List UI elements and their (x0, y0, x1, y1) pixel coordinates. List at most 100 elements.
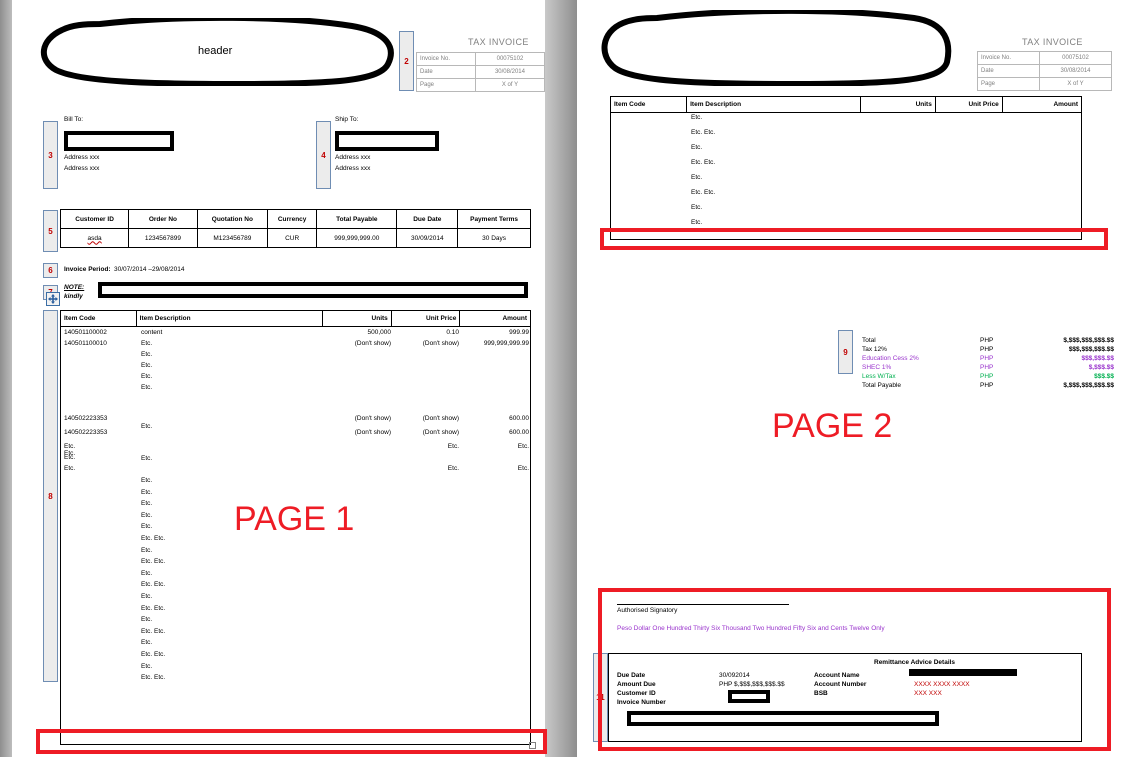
page2-watermark: PAGE 2 (772, 407, 893, 445)
item-unit-price-cell: 0.10 (446, 329, 459, 336)
item-description-cell: Etc. Etc. (691, 159, 716, 166)
totals-label: Tax 12% (862, 346, 887, 353)
bill-to-name-redaction (64, 131, 174, 151)
item-description-cell: Etc. (141, 488, 153, 496)
customer-table-data-row: asda 1234567899 M123456789 CUR 999,999,9… (59, 228, 531, 248)
totals-row: SHEC 1% PHP $,$$$.$$ (862, 363, 1114, 372)
col-total-payable: Total Payable (316, 209, 398, 229)
item-description-cell: Etc. (141, 384, 153, 391)
meta-key: Page (416, 78, 476, 92)
totals-amount: $,$$$,$$$,$$$.$$ (1063, 337, 1114, 344)
meta-row: Page X of Y (977, 77, 1112, 91)
item-description-cell: Etc. (691, 204, 703, 211)
meta-row: Date 30/08/2014 (977, 64, 1112, 78)
ship-to-name-redaction (335, 131, 439, 151)
document-page-1: header 2 TAX INVOICE Invoice No. 0007510… (12, 0, 546, 757)
item-units-cell: 500,000 (367, 329, 392, 336)
meta-value: X of Y (1039, 77, 1112, 91)
item-description-cell: Etc. (141, 477, 153, 484)
meta-value: 30/08/2014 (1039, 64, 1112, 78)
totals-row: Total Payable PHP $,$$$,$$$,$$$.$$ (862, 381, 1114, 390)
page1-invoice-meta-table: Invoice No. 00075102 Date 30/08/2014 Pag… (416, 52, 546, 92)
item-description-cell: Etc. (691, 219, 703, 226)
col-item-code: Item Code (60, 310, 137, 327)
callout-marker-8-label: 8 (48, 491, 53, 501)
cell-currency: CUR (267, 228, 318, 248)
totals-table: Total PHP $,$$$,$$$,$$$.$$ Tax 12% PHP $… (862, 336, 1114, 390)
callout-marker-2[interactable]: 2 (399, 31, 414, 91)
item-description-cell: Etc. (141, 569, 153, 577)
item-description-cell: Etc. Etc. (691, 189, 716, 196)
totals-label: Total (862, 337, 876, 344)
item-description-cell: Etc. Etc. (141, 627, 166, 635)
callout-marker-5[interactable]: 5 (43, 210, 58, 252)
callout-marker-4[interactable]: 4 (316, 121, 331, 189)
col-unit-price: Unit Price (934, 96, 1003, 113)
ship-to-address-line-2: Address xxx (335, 165, 371, 172)
col-currency: Currency (267, 209, 318, 229)
totals-row: Less W/Tax PHP $$$.$$ (862, 372, 1114, 381)
item-units-cell: (Don't show) (354, 415, 391, 422)
totals-amount: $$$,$$$,$$$.$$ (1068, 346, 1114, 353)
callout-marker-9[interactable]: 9 (838, 330, 853, 374)
page2-tax-invoice-title: TAX INVOICE (1022, 37, 1083, 47)
item-code-cell: 140501100010 (64, 340, 107, 347)
totals-row: Tax 12% PHP $$$,$$$,$$$.$$ (862, 345, 1114, 354)
item-amount-cell: Etc. (517, 465, 529, 472)
item-code-cell: Etc. (64, 443, 76, 450)
move-handle-icon[interactable] (46, 292, 60, 311)
note-text-redaction (98, 282, 528, 298)
callout-marker-6[interactable]: 6 (43, 263, 58, 278)
ship-to-address-line-1: Address xxx (335, 154, 371, 161)
item-unit-price-cell: (Don't show) (422, 340, 459, 347)
item-description-cell: Etc. (141, 455, 153, 462)
col-item-description: Item Description (135, 310, 324, 327)
item-description-cell: Etc. (141, 373, 153, 380)
cell-due-date: 30/09/2014 (396, 228, 459, 248)
item-description-cell: Etc. (141, 593, 153, 600)
col-quotation-no: Quotation No (196, 209, 269, 229)
item-unit-price-cell: Etc. (447, 443, 459, 450)
totals-currency: PHP (980, 355, 994, 362)
item-description-cell: Etc. (141, 511, 153, 519)
col-order-no: Order No (128, 209, 198, 229)
item-code-cell: Etc. (64, 465, 76, 472)
item-description-cell: Etc. (141, 662, 153, 670)
page1-footer-highlight-box (36, 729, 547, 754)
totals-label: Less W/Tax (862, 373, 896, 380)
ship-to-label: Ship To: (335, 116, 359, 123)
callout-marker-3[interactable]: 3 (43, 121, 58, 189)
item-description-cell: Etc. (141, 351, 153, 358)
page2-items-footer-highlight-box (600, 228, 1108, 250)
page1-items-table-header: Item Code Item Description Units Unit Pr… (60, 310, 531, 327)
item-unit-price-cell: (Don't show) (422, 429, 459, 436)
page2-items-table-body: Etc. Etc. Etc. Etc. Etc. Etc. Etc. Etc. Etc. E… (610, 113, 1082, 240)
item-description-cell: Etc. (141, 546, 153, 554)
col-amount: Amount (459, 310, 531, 327)
item-description-cell: Etc. (141, 616, 153, 624)
callout-marker-8[interactable]: 8 (43, 310, 58, 682)
callout-marker-5-label: 5 (48, 226, 53, 236)
item-description-cell: Etc. Etc. (141, 674, 166, 682)
invoice-period-value: 30/07/2014 –29/08/2014 (114, 266, 185, 273)
page2-remittance-highlight-box (598, 588, 1111, 751)
item-description-cell: Etc. (691, 114, 703, 121)
col-customer-id: Customer ID (59, 209, 130, 229)
item-description-cell: Etc. (141, 523, 153, 531)
item-description-cell: Etc. Etc. (141, 651, 166, 658)
item-amount-cell: 999.99 (509, 329, 529, 336)
totals-currency: PHP (980, 373, 994, 380)
page2-items-table-header: Item Code Item Description Units Unit Pr… (609, 96, 1083, 113)
meta-value: 00075102 (1039, 51, 1112, 65)
items-header-row: Item Code Item Description Units Unit Pr… (60, 310, 531, 327)
col-item-description: Item Description (686, 96, 861, 113)
callout-marker-9-label: 9 (843, 347, 848, 357)
item-amount-cell: 999,999,999.99 (483, 340, 529, 347)
customer-summary-table: Customer ID Order No Quotation No Curren… (59, 209, 531, 248)
note-second-line: kindly (64, 293, 83, 300)
totals-row: Total PHP $,$$$,$$$,$$$.$$ (862, 336, 1114, 345)
col-amount: Amount (1001, 96, 1083, 113)
item-description-cell: Etc. (141, 362, 153, 369)
item-code-cell: Etc. (64, 450, 76, 457)
totals-row: Education Cess 2% PHP $$$,$$$.$$ (862, 354, 1114, 363)
